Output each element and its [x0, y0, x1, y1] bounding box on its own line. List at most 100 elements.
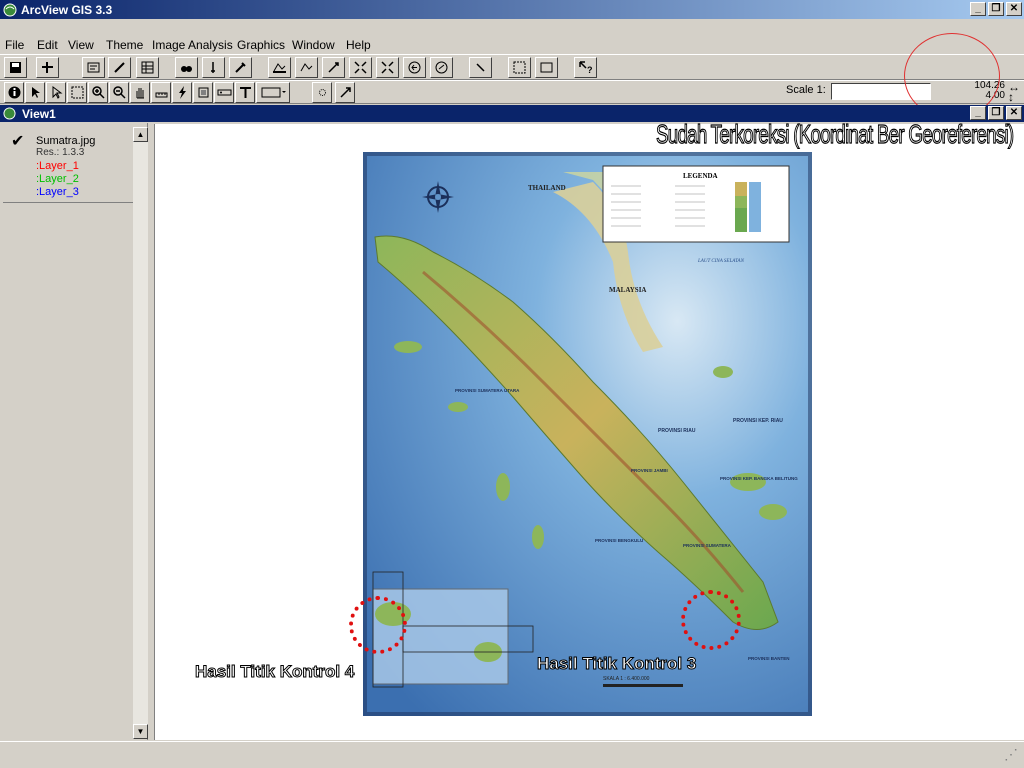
layer-2-label: :Layer_2	[36, 173, 79, 185]
restore-button[interactable]: ❐	[988, 2, 1004, 16]
map-graphic: LEGENDA THAILAND MALAYSIA LAUT CINA SELA…	[363, 152, 812, 716]
vertex-edit-tool[interactable]	[46, 82, 66, 103]
hammer-icon	[235, 62, 246, 73]
scroll-up-button[interactable]: ▲	[133, 127, 148, 142]
scale-label: Scale 1:	[786, 84, 826, 96]
pan-tool[interactable]	[130, 82, 150, 103]
select-all-button[interactable]	[508, 57, 531, 78]
measure-tool[interactable]	[151, 82, 171, 103]
label-prov-jambi: PROVINSI JAMBI	[631, 468, 668, 473]
clear-selected-button[interactable]	[469, 57, 492, 78]
area-icon	[198, 87, 208, 98]
georeference-tool[interactable]	[335, 82, 355, 103]
view-restore-button[interactable]: ❐	[988, 106, 1004, 120]
locate-icon	[211, 62, 215, 73]
zoom-active-themes-button[interactable]	[295, 57, 318, 78]
edit-legend-button[interactable]	[108, 57, 131, 78]
resize-grip-icon[interactable]: ⋰	[1004, 746, 1018, 763]
menu-file[interactable]: File	[5, 38, 24, 52]
menu-edit[interactable]: Edit	[37, 38, 58, 52]
label-prov-banten: PROVINSI BANTEN	[748, 656, 790, 661]
minimize-button[interactable]: _	[970, 2, 986, 16]
zoom-in-icon	[91, 86, 105, 99]
text-tool[interactable]	[235, 82, 255, 103]
snap-tool[interactable]	[312, 82, 332, 103]
headline-annotation: Sudah Terkoreksi (Koordinat Ber Georefer…	[656, 118, 1015, 149]
area-of-interest-tool[interactable]	[193, 82, 213, 103]
clear-selection-icon	[476, 63, 485, 72]
control-point-3-marker	[681, 590, 741, 650]
help-button[interactable]: ?	[574, 57, 597, 78]
ruler-icon	[155, 92, 167, 98]
status-bar: ⋰	[0, 741, 1024, 768]
label-prov-bangka-belitung: PROVINSI KEP. BANGKA BELITUNG	[720, 476, 798, 481]
table-icon	[141, 61, 154, 74]
floppy-icon	[10, 62, 21, 73]
view-window-controls: _ ❐ ✕	[970, 106, 1022, 120]
theme-properties-button[interactable]	[82, 57, 105, 78]
sumatra-map-image: LEGENDA THAILAND MALAYSIA LAUT CINA SELA…	[363, 152, 812, 716]
zoom-previous-button[interactable]	[403, 57, 426, 78]
label-tool[interactable]	[214, 82, 234, 103]
label-prov-sumatera-utara: PROVINSI SUMATERA UTARA	[455, 388, 520, 393]
select-features-graphic-button[interactable]	[430, 57, 453, 78]
select-box-icon	[71, 86, 83, 99]
diagonal-arrow-icon	[339, 87, 351, 98]
button-bar: ?	[0, 54, 1024, 80]
draw-shape-tool[interactable]	[256, 82, 290, 103]
menu-view[interactable]: View	[68, 38, 94, 52]
zoom-out-icon	[112, 86, 126, 99]
control-point-4-marker	[349, 596, 407, 654]
lightning-icon	[178, 86, 186, 99]
coordinate-arrows-icon: ↔ ↕	[1008, 80, 1020, 104]
label-prov-kep-riau: PROVINSI KEP. RIAU	[733, 418, 783, 424]
binoculars-icon	[181, 66, 192, 72]
view-close-button[interactable]: ✕	[1006, 106, 1022, 120]
open-table-button[interactable]	[136, 57, 159, 78]
zoom-full-extent-button[interactable]	[268, 57, 291, 78]
legend-title: LEGENDA	[683, 172, 718, 180]
label-prov-riau: PROVINSI RIAU	[658, 428, 696, 434]
zoom-previous-icon	[408, 61, 421, 74]
menu-graphics[interactable]: Graphics	[237, 38, 285, 52]
close-button[interactable]: ✕	[1006, 2, 1022, 16]
dots-grid-icon	[513, 61, 526, 74]
app-title-bar: ArcView GIS 3.3 _ ❐ ✕	[0, 0, 1024, 19]
window-controls: _ ❐ ✕	[970, 2, 1022, 16]
zoom-out-tool[interactable]	[109, 82, 129, 103]
add-theme-button[interactable]	[36, 57, 59, 78]
hand-icon	[136, 88, 144, 99]
toc-scrollbar[interactable]: ▲ ▼	[133, 127, 148, 739]
view-title: View1	[22, 106, 56, 121]
zoom-selected-button[interactable]	[322, 57, 345, 78]
legend-edit-icon	[114, 62, 125, 73]
snap-icon	[318, 89, 326, 96]
zoom-in-button[interactable]	[349, 57, 372, 78]
zoom-in-tool[interactable]	[88, 82, 108, 103]
add-theme-icon	[42, 62, 53, 73]
label-skala: SKALA 1 : 6.400.000	[603, 676, 650, 682]
zoom-out-button[interactable]	[376, 57, 399, 78]
menu-image-analysis[interactable]: Image Analysis	[152, 38, 233, 52]
label-malaysia: MALAYSIA	[609, 286, 646, 294]
view-minimize-button[interactable]: _	[970, 106, 986, 120]
identify-tool[interactable]	[4, 82, 24, 103]
help-arrow-icon: ?	[579, 61, 593, 75]
select-feature-tool[interactable]	[67, 82, 87, 103]
locate-address-button[interactable]	[202, 57, 225, 78]
theme-entry[interactable]: ✔ Sumatra.jpg Res.: 1.3.3 :Layer_1 :Laye…	[3, 125, 133, 203]
rectangle-icon	[540, 62, 553, 73]
switch-selection-button[interactable]	[535, 57, 558, 78]
menu-help[interactable]: Help	[346, 38, 371, 52]
menu-window[interactable]: Window	[292, 38, 335, 52]
zoom-in-arrows-icon	[354, 61, 367, 74]
properties-icon	[87, 62, 100, 73]
save-project-button[interactable]	[4, 57, 27, 78]
scroll-down-button[interactable]: ▼	[133, 724, 148, 739]
find-button[interactable]	[175, 57, 198, 78]
menu-theme[interactable]: Theme	[106, 38, 143, 52]
theme-visibility-checkbox[interactable]: ✔	[11, 131, 24, 151]
pointer-tool[interactable]	[25, 82, 45, 103]
query-builder-button[interactable]	[229, 57, 252, 78]
hotlink-tool[interactable]	[172, 82, 192, 103]
